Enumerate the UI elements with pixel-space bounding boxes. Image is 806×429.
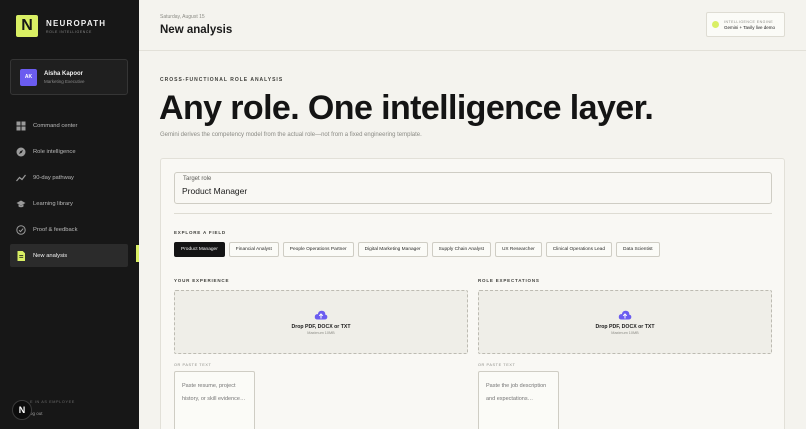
- sidebar-item-90-day-pathway[interactable]: 90-day pathway: [10, 166, 128, 189]
- divider: [174, 213, 772, 214]
- app-avatar-icon[interactable]: N: [12, 400, 32, 420]
- sidebar-item-label: Proof & feedback: [33, 226, 78, 233]
- graduation-cap-icon: [16, 199, 26, 209]
- status-dot-icon: [712, 21, 719, 28]
- logout-link[interactable]: og out: [30, 411, 43, 416]
- sidebar-nav: Command center Role intelligence 90-day …: [10, 114, 139, 270]
- experience-paste-label: OR PASTE TEXT: [174, 363, 212, 367]
- section-eyebrow: CROSS-FUNCTIONAL ROLE ANALYSIS: [160, 77, 284, 83]
- chip-supply-chain-analyst[interactable]: Supply Chain Analyst: [431, 242, 491, 257]
- compass-icon: [16, 147, 26, 157]
- logo-mark: N: [16, 15, 38, 37]
- sidebar-item-label: Role intelligence: [33, 148, 76, 155]
- sidebar-item-label: Command center: [33, 122, 78, 129]
- grid-icon: [16, 121, 26, 131]
- chip-data-scientist[interactable]: Data Scientist: [616, 242, 660, 257]
- profile-card[interactable]: AK Aisha Kapoor Marketing Executive: [10, 59, 128, 95]
- hero-subtitle: Gemini derives the competency model from…: [160, 132, 422, 138]
- chip-financial-analyst[interactable]: Financial Analyst: [228, 242, 279, 257]
- expectations-paste-label: OR PASTE TEXT: [478, 363, 516, 367]
- your-experience-label: YOUR EXPERIENCE: [174, 278, 230, 283]
- experience-textarea[interactable]: [174, 371, 255, 429]
- sidebar-item-label: Learning library: [33, 200, 73, 207]
- upload-cloud-icon: [618, 310, 632, 320]
- dropzone-limit: Maximum 10MB: [611, 331, 639, 335]
- expectations-textarea[interactable]: [478, 371, 559, 429]
- dropzone-title: Drop PDF, DOCX or TXT: [595, 324, 655, 330]
- signed-in-role: E IN AS EMPLOYEE: [30, 400, 75, 404]
- avatar: AK: [20, 68, 37, 86]
- analysis-form: Target role EXPLORE A FIELD Product Mana…: [160, 158, 785, 429]
- page-title: New analysis: [160, 24, 233, 36]
- sidebar: N NEUROPATH ROLE INTELLIGENCE AK Aisha K…: [0, 0, 139, 429]
- current-date: Saturday, August 15: [160, 14, 205, 20]
- explore-field-label: EXPLORE A FIELD: [174, 230, 226, 235]
- brand-name: NEUROPATH: [46, 18, 107, 28]
- brand-tagline: ROLE INTELLIGENCE: [46, 29, 92, 34]
- profile-name: Aisha Kapoor: [44, 70, 84, 77]
- target-role-input[interactable]: [182, 186, 762, 196]
- profile-role: Marketing Executive: [44, 78, 85, 84]
- page-header: Saturday, August 15 New analysis INTELLI…: [139, 0, 806, 51]
- dropzone-title: Drop PDF, DOCX or TXT: [291, 324, 351, 330]
- sidebar-item-learning-library[interactable]: Learning library: [10, 192, 128, 215]
- chip-product-manager[interactable]: Product Manager: [174, 242, 225, 257]
- trend-icon: [16, 173, 26, 183]
- document-icon: [16, 250, 26, 261]
- sidebar-item-command-center[interactable]: Command center: [10, 114, 128, 137]
- engine-label: INTELLIGENCE ENGINE: [724, 19, 774, 24]
- chip-people-operations-partner[interactable]: People Operations Partner: [282, 242, 354, 257]
- target-role-field[interactable]: Target role: [174, 172, 772, 204]
- chip-clinical-operations-lead[interactable]: Clinical Operations Lead: [545, 242, 612, 257]
- role-expectations-label: ROLE EXPECTATIONS: [478, 278, 540, 283]
- hero-heading: Any role. One intelligence layer.: [159, 89, 654, 127]
- experience-dropzone[interactable]: Drop PDF, DOCX or TXT Maximum 10MB: [174, 290, 468, 354]
- brand-logo[interactable]: N NEUROPATH ROLE INTELLIGENCE: [16, 15, 106, 37]
- intelligence-engine-badge: INTELLIGENCE ENGINE Gemini + Tavily live…: [706, 12, 785, 37]
- expectations-dropzone[interactable]: Drop PDF, DOCX or TXT Maximum 10MB: [478, 290, 772, 354]
- sidebar-item-label: 90-day pathway: [33, 174, 74, 181]
- sidebar-item-proof-feedback[interactable]: Proof & feedback: [10, 218, 128, 241]
- chip-digital-marketing-manager[interactable]: Digital Marketing Manager: [357, 242, 428, 257]
- field-chips: Product Manager Financial Analyst People…: [174, 242, 664, 257]
- target-role-label: Target role: [183, 176, 212, 182]
- sidebar-item-role-intelligence[interactable]: Role intelligence: [10, 140, 128, 163]
- sidebar-item-label: New analysis: [33, 252, 68, 259]
- active-indicator: [136, 245, 139, 262]
- chip-ux-researcher[interactable]: UX Researcher: [494, 242, 542, 257]
- engine-value: Gemini + Tavily live demo: [724, 24, 776, 30]
- upload-cloud-icon: [314, 310, 328, 320]
- check-circle-icon: [16, 224, 26, 235]
- sidebar-item-new-analysis[interactable]: New analysis: [10, 244, 128, 267]
- dropzone-limit: Maximum 10MB: [307, 331, 335, 335]
